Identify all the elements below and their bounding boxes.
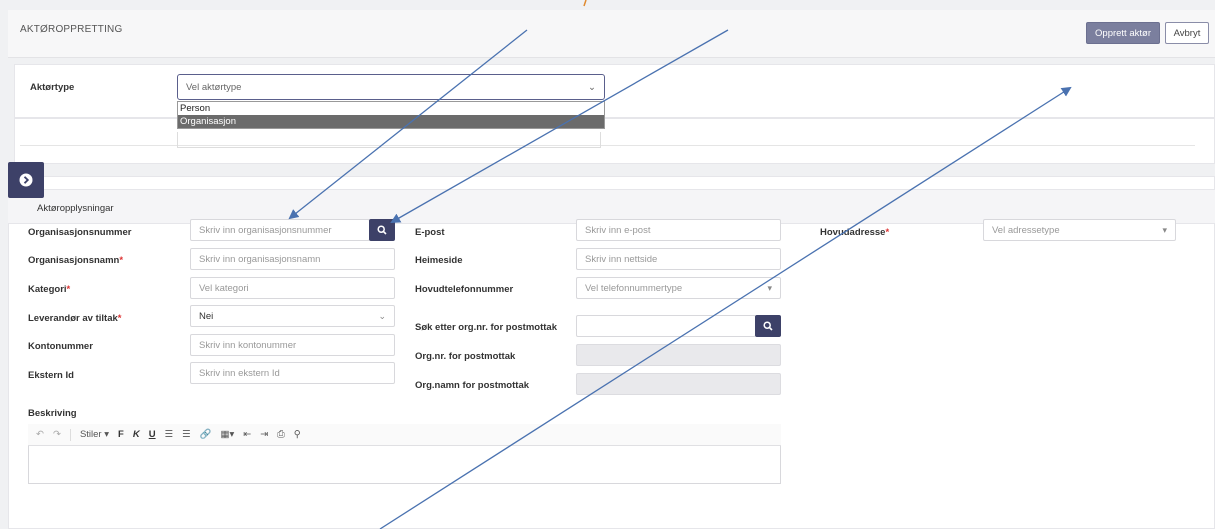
category-label: Kategori* (28, 284, 71, 295)
numbered-list-icon[interactable]: ☰ (165, 428, 174, 442)
find-icon[interactable]: ⚲ (294, 428, 301, 442)
external-id-label: Ekstern Id (28, 370, 74, 381)
create-actor-button[interactable]: Opprett aktør (1086, 22, 1160, 44)
underline-button[interactable]: U (149, 428, 156, 442)
description-label: Beskriving (28, 408, 77, 419)
phone-label: Hovudtelefonnummer (415, 284, 514, 295)
post-org-name-label: Org.namn for postmottak (415, 380, 530, 391)
org-name-input[interactable]: Skriv inn organisasjonsnamn (190, 248, 395, 270)
background-input (177, 132, 601, 148)
account-input[interactable]: Skriv inn kontonummer (190, 334, 395, 356)
org-name-label: Organisasjonsnamn* (28, 255, 124, 266)
redo-icon[interactable]: ↷ (53, 428, 61, 442)
chevron-down-icon: ⌄ (588, 81, 596, 93)
search-org-label: Søk etter org.nr. for postmottak (415, 322, 557, 333)
cancel-button[interactable]: Avbryt (1165, 22, 1209, 44)
arrow-right-circle-icon (19, 173, 33, 187)
email-label: E-post (415, 227, 445, 238)
main-address-select[interactable]: Vel adressetype ▾ (983, 219, 1176, 241)
undo-icon[interactable]: ↶ (36, 428, 44, 442)
section-title: Aktøropplysningar (37, 203, 114, 214)
category-select[interactable]: Vel kategori (190, 277, 395, 299)
post-org-nr-field (576, 344, 781, 366)
org-number-label: Organisasjonsnummer (28, 227, 132, 238)
org-number-search-button[interactable] (369, 219, 395, 241)
search-icon (377, 225, 387, 235)
homepage-input[interactable]: Skriv inn nettside (576, 248, 781, 270)
annotation-mark (583, 0, 587, 7)
actor-type-dropdown: Person Organisasjon (177, 101, 605, 129)
email-input[interactable]: Skriv inn e-post (576, 219, 781, 241)
page-title: AKTØROPPRETTING (20, 24, 123, 35)
external-id-input[interactable]: Skriv inn ekstern Id (190, 362, 395, 384)
account-label: Kontonummer (28, 341, 93, 352)
option-organisation[interactable]: Organisasjon (178, 115, 604, 128)
search-org-button[interactable] (755, 315, 781, 337)
top-bar (8, 10, 1215, 58)
indent-decrease-icon[interactable]: ⇤ (243, 428, 251, 442)
toolbar-divider (69, 428, 71, 441)
homepage-label: Heimeside (415, 255, 463, 266)
styles-dropdown[interactable]: Stiler ▾ (80, 428, 109, 442)
search-icon (763, 321, 773, 331)
chevron-down-icon: ⌄ (378, 310, 386, 321)
actor-type-label: Aktørtype (30, 82, 75, 93)
italic-button[interactable]: K (133, 428, 140, 442)
bullet-list-icon[interactable]: ☰ (182, 428, 191, 442)
search-org-input[interactable] (576, 315, 756, 337)
actor-type-select-value: Vel aktørtype (186, 81, 242, 93)
actor-type-select[interactable]: Vel aktørtype ⌄ (177, 74, 605, 100)
option-person[interactable]: Person (178, 102, 604, 115)
main-address-label: Hovudadresse* (820, 227, 890, 238)
supplier-label: Leverandør av tiltak* (28, 313, 122, 324)
post-org-nr-label: Org.nr. for postmottak (415, 351, 516, 362)
indent-increase-icon[interactable]: ⇥ (260, 428, 268, 442)
editor-toolbar: ↶ ↷ Stiler ▾ F K U ☰ ☰ 🔗 ▦▾ ⇤ ⇥ ⎙ ⚲ (28, 424, 781, 446)
post-org-name-field (576, 373, 781, 395)
link-icon[interactable]: 🔗 (200, 428, 212, 442)
caret-down-icon: ▾ (767, 282, 772, 293)
phone-type-select[interactable]: Vel telefonnummertype ▾ (576, 277, 781, 299)
caret-down-icon: ▾ (1162, 224, 1167, 235)
supplier-select[interactable]: Nei ⌄ (190, 305, 395, 327)
print-icon[interactable]: ⎙ (277, 428, 285, 442)
bold-button[interactable]: F (118, 428, 124, 442)
sidebar-toggle[interactable] (8, 162, 44, 198)
org-number-input[interactable]: Skriv inn organisasjonsnummer (190, 219, 370, 241)
table-icon[interactable]: ▦▾ (220, 428, 234, 442)
